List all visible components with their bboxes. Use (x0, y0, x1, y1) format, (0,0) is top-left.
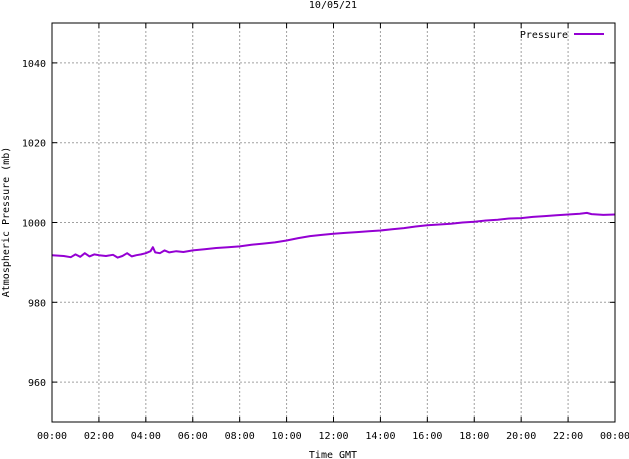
y-tick-label: 960 (28, 378, 46, 389)
legend-label-pressure: Pressure (520, 30, 568, 41)
x-tick-label: 00:00 (600, 431, 629, 442)
y-axis-label: Atmospheric Pressure (mb) (1, 147, 12, 298)
x-tick-label: 12:00 (318, 431, 348, 442)
chart-title: 10/05/21 (309, 0, 357, 11)
x-tick-label: 20:00 (506, 431, 536, 442)
x-tick-label: 18:00 (459, 431, 489, 442)
y-tick-label: 1020 (22, 139, 46, 150)
x-tick-label: 06:00 (178, 431, 208, 442)
y-tick-label: 1040 (22, 59, 46, 70)
x-tick-label: 08:00 (225, 431, 255, 442)
x-tick-label: 14:00 (365, 431, 395, 442)
pressure-chart: 00:00 02:00 04:00 06:00 08:00 10:00 12:00 14:00… (0, 0, 629, 459)
x-tick-label: 22:00 (553, 431, 583, 442)
x-axis-label: Time GMT (309, 450, 357, 459)
x-tick-label: 10:00 (272, 431, 302, 442)
x-tick-label: 02:00 (84, 431, 114, 442)
x-tick-label: 04:00 (131, 431, 161, 442)
x-tick-label: 00:00 (37, 431, 67, 442)
y-tick-label: 980 (28, 298, 46, 309)
x-tick-label: 16:00 (412, 431, 442, 442)
chart-background (0, 0, 629, 459)
y-tick-label: 1000 (22, 219, 46, 230)
